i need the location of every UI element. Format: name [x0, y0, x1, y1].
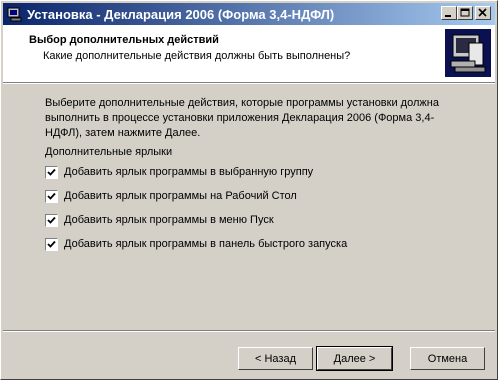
footer-divider [3, 330, 495, 332]
group-label: Дополнительные ярлыки [45, 146, 173, 158]
checkmark-icon [47, 240, 56, 248]
maximize-icon [460, 8, 470, 17]
checkmark-icon [47, 168, 56, 176]
setup-wizard-window: Установка - Декларация 2006 (Форма 3,4-Н… [0, 0, 498, 380]
window-title: Установка - Декларация 2006 (Форма 3,4-Н… [27, 7, 335, 22]
option-add-desktop-shortcut[interactable]: Добавить ярлык программы на Рабочий Стол [45, 188, 297, 204]
maximize-button[interactable] [457, 6, 473, 20]
checkmark-icon [47, 192, 56, 200]
checkbox[interactable] [45, 165, 58, 179]
header-divider [3, 82, 495, 84]
checkbox[interactable] [45, 237, 58, 251]
option-add-group-shortcut[interactable]: Добавить ярлык программы в выбранную гру… [45, 164, 313, 180]
minimize-icon [445, 15, 451, 17]
option-label: Добавить ярлык программы в выбранную гру… [64, 166, 314, 178]
checkbox[interactable] [45, 213, 58, 227]
setup-app-icon [7, 7, 22, 22]
instructions-text: Выберите дополнительные действия, которы… [45, 97, 439, 139]
minimize-button[interactable] [441, 6, 457, 20]
close-icon [478, 8, 487, 17]
checkbox[interactable] [45, 189, 58, 203]
option-label: Добавить ярлык программы в панель быстро… [64, 238, 348, 250]
page-subtitle: Какие дополнительные действия должны быт… [43, 50, 351, 62]
wizard-header: Выбор дополнительных действий Какие допо… [3, 25, 495, 82]
title-bar[interactable]: Установка - Декларация 2006 (Форма 3,4-Н… [3, 3, 495, 25]
option-add-quicklaunch-shortcut[interactable]: Добавить ярлык программы в панель быстро… [45, 236, 347, 252]
close-button[interactable] [475, 6, 491, 20]
next-button[interactable]: Далее > [316, 346, 393, 371]
installer-computer-icon [445, 29, 491, 77]
option-add-start-menu-shortcut[interactable]: Добавить ярлык программы в меню Пуск [45, 212, 274, 228]
page-title: Выбор дополнительных действий [29, 34, 219, 46]
back-button[interactable]: < Назад [238, 347, 313, 370]
option-label: Добавить ярлык программы в меню Пуск [64, 214, 274, 226]
option-label: Добавить ярлык программы на Рабочий Стол [64, 190, 297, 202]
cancel-button[interactable]: Отмена [410, 347, 485, 370]
checkmark-icon [47, 216, 56, 224]
